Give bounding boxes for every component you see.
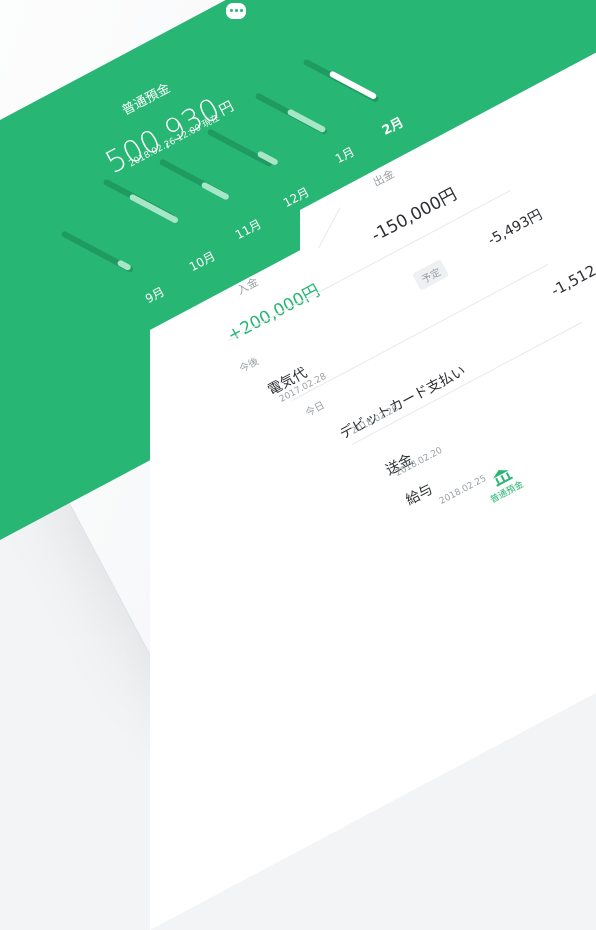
app-screen: 普通預金 500,930円 2018.02.26 12:00 現在 9月 10月… (0, 0, 596, 930)
chat-bubble-icon[interactable] (226, 3, 246, 19)
